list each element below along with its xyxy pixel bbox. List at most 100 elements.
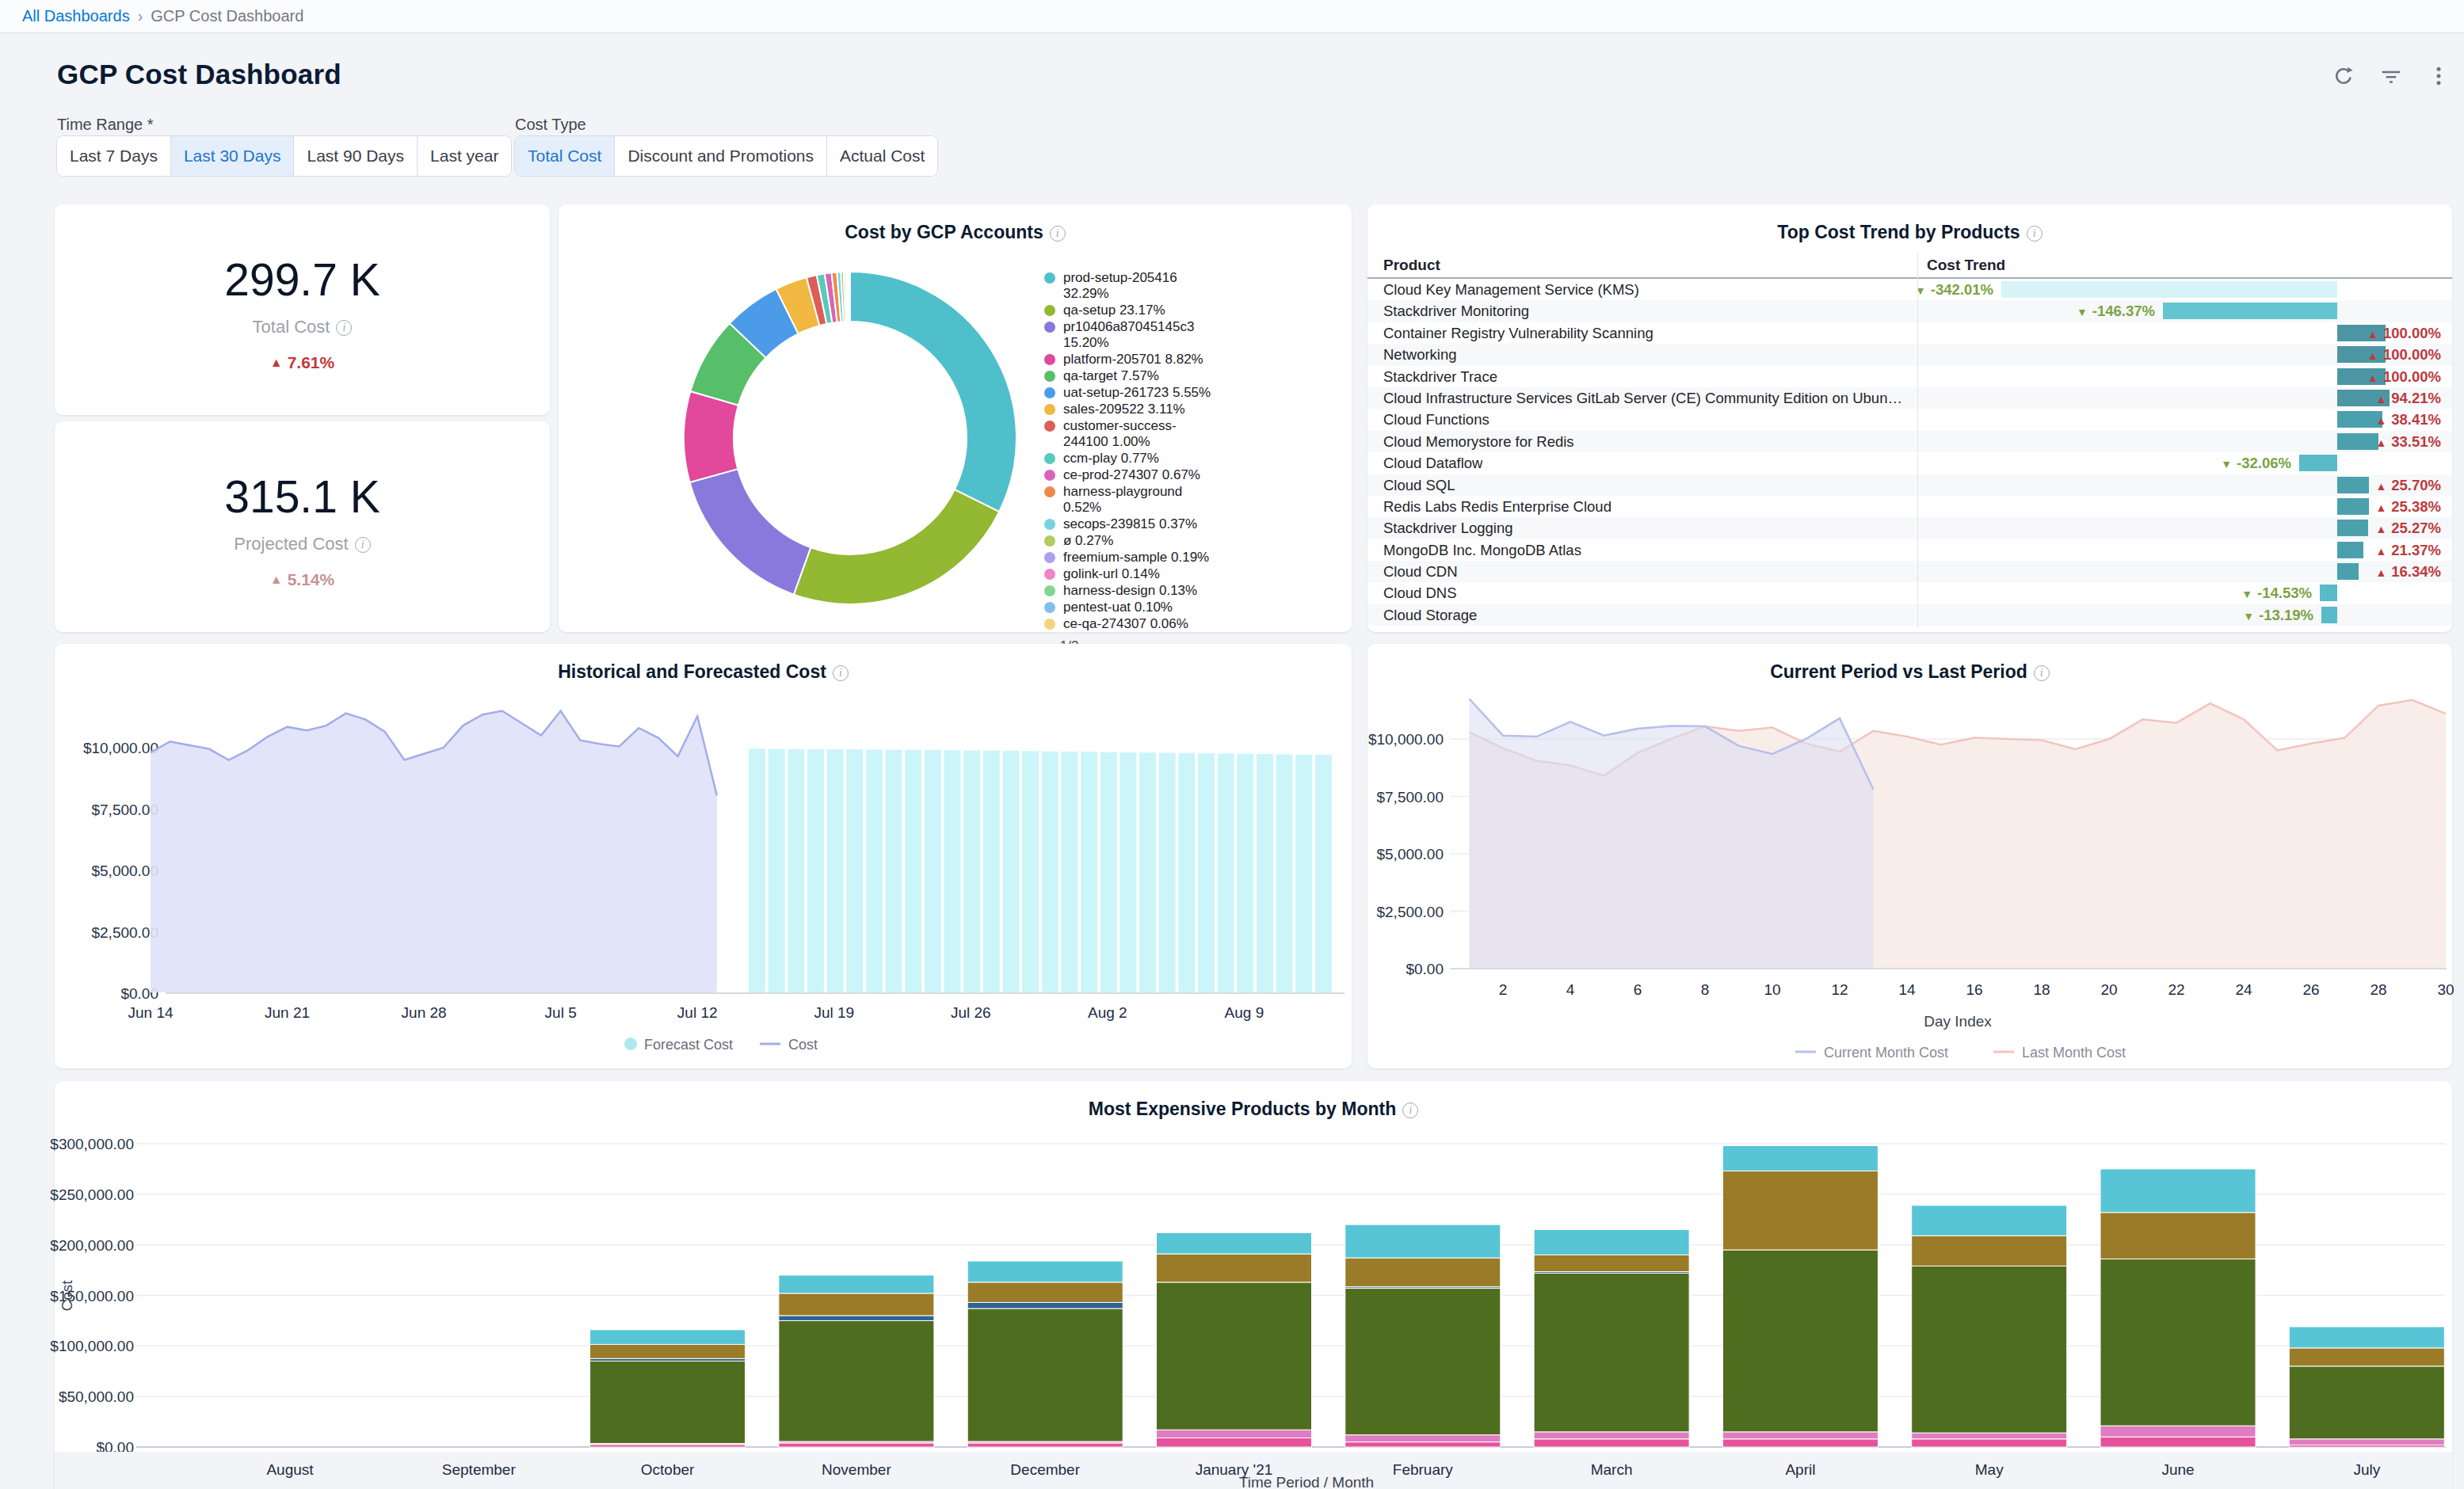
time-range-option-last-year[interactable]: Last year [418, 136, 511, 176]
trend-table-row[interactable]: Networking▲100.00% [1367, 344, 2452, 365]
legend-item[interactable]: ø 0.27% [1044, 533, 1212, 549]
svg-text:$0.00: $0.00 [1406, 961, 1444, 977]
trend-table-row[interactable]: Cloud Infrastructure Services GitLab Ser… [1367, 387, 2452, 409]
cost-type-option-actual-cost[interactable]: Actual Cost [827, 136, 937, 176]
filter-icon[interactable] [2378, 63, 2404, 89]
trend-table-row[interactable]: Stackdriver Monitoring ▼-146.37% [1367, 300, 2452, 322]
column-divider [1917, 252, 1918, 627]
svg-text:$2,500.00: $2,500.00 [91, 924, 158, 941]
svg-text:14: 14 [1898, 981, 1916, 998]
total-cost-value: 299.7 K [55, 253, 550, 306]
donut-slice-prod-setup-205416[interactable] [850, 272, 1016, 512]
legend-item[interactable]: qa-setup 23.17% [1044, 303, 1212, 318]
svg-text:26: 26 [2302, 981, 2319, 998]
svg-text:$5,000.00: $5,000.00 [1376, 846, 1444, 863]
trend-table-row[interactable]: Container Registry Vulnerability Scannin… [1367, 322, 2452, 344]
donut-slice-platform-205701[interactable] [684, 391, 738, 482]
legend-dot-icon [1044, 585, 1055, 596]
svg-text:10: 10 [1764, 981, 1780, 998]
trend-value: ▲21.37% [2375, 542, 2441, 559]
time-range-option-last-30-days[interactable]: Last 30 Days [171, 136, 295, 176]
trend-value: ▲100.00% [2367, 368, 2441, 386]
svg-text:Day Index: Day Index [1924, 1013, 1992, 1030]
info-icon[interactable]: i [355, 537, 371, 553]
legend-item[interactable]: secops-239815 0.37% [1044, 516, 1212, 532]
trend-table-row[interactable]: Cloud DNS▼-14.53% [1367, 582, 2452, 604]
legend-item[interactable]: pentest-uat 0.10% [1044, 600, 1212, 615]
trend-table-row[interactable]: Cloud Storage▼-13.19% [1367, 604, 2452, 626]
svg-text:12: 12 [1831, 981, 1848, 998]
product-name: Container Registry Vulnerability Scannin… [1383, 325, 1653, 342]
legend-dot-icon [1044, 371, 1055, 382]
trend-table-row[interactable]: Cloud SQL▲25.70% [1367, 474, 2452, 496]
legend-item[interactable]: sales-209522 3.11% [1044, 402, 1212, 417]
donut-chart[interactable] [559, 204, 1352, 632]
svg-text:$2,500.00: $2,500.00 [1376, 904, 1444, 920]
total-cost-change: ▲7.61% [55, 353, 550, 372]
svg-text:$5,000.00: $5,000.00 [91, 863, 158, 879]
up-triangle-icon: ▲ [270, 573, 283, 586]
legend-item[interactable]: qa-target 7.57% [1044, 368, 1212, 384]
trend-table-row[interactable]: Stackdriver Trace▲100.00% [1367, 366, 2452, 387]
legend-item[interactable]: ccm-play 0.77% [1044, 451, 1212, 467]
svg-text:22: 22 [2168, 981, 2184, 998]
trend-table-row[interactable]: Cloud Memorystore for Redis▲33.51% [1367, 431, 2452, 452]
legend-item[interactable]: uat-setup-261723 5.55% [1044, 385, 1212, 401]
cost-by-gcp-accounts-card: Cost by GCP Accountsi prod-setup-205416 … [559, 204, 1352, 632]
svg-text:Time Period / Month: Time Period / Month [1239, 1474, 1374, 1489]
svg-text:Jul 19: Jul 19 [814, 1004, 854, 1021]
trend-table-row[interactable]: Cloud CDN▲16.34% [1367, 561, 2452, 582]
trend-value: ▼-13.19% [2243, 607, 2313, 624]
trend-value: ▼-146.37% [2077, 303, 2155, 320]
info-icon[interactable]: i [336, 320, 352, 336]
refresh-icon[interactable] [2331, 63, 2356, 89]
legend-item[interactable]: harness-design 0.13% [1044, 583, 1212, 599]
trend-bar [2321, 607, 2337, 623]
svg-text:February: February [1393, 1461, 1454, 1478]
legend-item[interactable]: ce-qa-274307 0.06% [1044, 616, 1212, 632]
time-range-buttons: Last 7 DaysLast 30 DaysLast 90 DaysLast … [57, 136, 511, 176]
donut-slice-pr10406a87045145c3[interactable] [690, 469, 811, 594]
legend-item[interactable]: customer-success-244100 1.00% [1044, 418, 1212, 450]
svg-text:Current Month Cost: Current Month Cost [1824, 1045, 1948, 1061]
legend-item[interactable]: pr10406a87045145c3 15.20% [1044, 319, 1212, 351]
product-name: Cloud SQL [1383, 477, 1455, 494]
trend-bar [2337, 477, 2369, 493]
kebab-menu-icon[interactable] [2426, 63, 2451, 89]
trend-bar [2337, 433, 2378, 450]
time-range-option-last-90-days[interactable]: Last 90 Days [294, 136, 418, 176]
period-compare-chart[interactable]: $10,000.00$7,500.00$5,000.00$2,500.00$0.… [1367, 644, 2452, 1068]
legend-item[interactable]: prod-setup-205416 32.29% [1044, 270, 1212, 302]
period-compare-card: Current Period vs Last Periodi $10,000.0… [1367, 644, 2452, 1068]
legend-item[interactable]: platform-205701 8.82% [1044, 352, 1212, 367]
legend-dot-icon [1044, 387, 1055, 398]
trend-table-row[interactable]: Cloud Key Management Service (KMS)▼-342.… [1367, 279, 2452, 300]
breadcrumb-link-all-dashboards[interactable]: All Dashboards [22, 7, 130, 25]
projected-cost-value: 315.1 K [55, 470, 550, 523]
donut-slice-ce-qa-274307[interactable] [849, 272, 850, 322]
monthly-products-chart[interactable]: $300,000.00$250,000.00$200,000.00$150,00… [55, 1081, 2452, 1489]
column-header-cost-trend: Cost Trend [1927, 257, 2005, 274]
svg-text:16: 16 [1966, 981, 1982, 998]
time-range-option-last-7-days[interactable]: Last 7 Days [57, 136, 171, 176]
legend-item[interactable]: ce-prod-274307 0.67% [1044, 467, 1212, 483]
legend-item[interactable]: golink-url 0.14% [1044, 566, 1212, 582]
trend-table-row[interactable]: Cloud Functions▲38.41% [1367, 409, 2452, 430]
historical-forecast-chart[interactable]: $10,000.00$7,500.00$5,000.00$2,500.00$0.… [55, 644, 1352, 1068]
trend-table-row[interactable]: Redis Labs Redis Enterprise Cloud▲25.38% [1367, 496, 2452, 517]
trend-table-row[interactable]: MongoDB Inc. MongoDB Atlas▲21.37% [1367, 539, 2452, 561]
svg-text:$300,000.00: $300,000.00 [50, 1136, 134, 1152]
legend-item[interactable]: harness-playground 0.52% [1044, 484, 1212, 516]
cost-type-option-discount-and-promotions[interactable]: Discount and Promotions [615, 136, 827, 176]
trend-table-row[interactable]: Stackdriver Logging▲25.27% [1367, 517, 2452, 539]
info-icon[interactable]: i [2027, 226, 2043, 242]
donut-slice-qa-setup[interactable] [794, 489, 999, 604]
trend-table-row[interactable]: Cloud Dataflow▼-32.06% [1367, 452, 2452, 474]
legend-dot-icon [1044, 470, 1055, 481]
cost-type-option-total-cost[interactable]: Total Cost [515, 136, 615, 176]
trend-value: ▲25.38% [2375, 498, 2441, 516]
product-name: Stackdriver Monitoring [1383, 303, 1529, 320]
svg-text:Jul 26: Jul 26 [951, 1004, 991, 1021]
trend-value: ▲100.00% [2367, 325, 2441, 342]
legend-item[interactable]: freemium-sample 0.19% [1044, 550, 1212, 566]
